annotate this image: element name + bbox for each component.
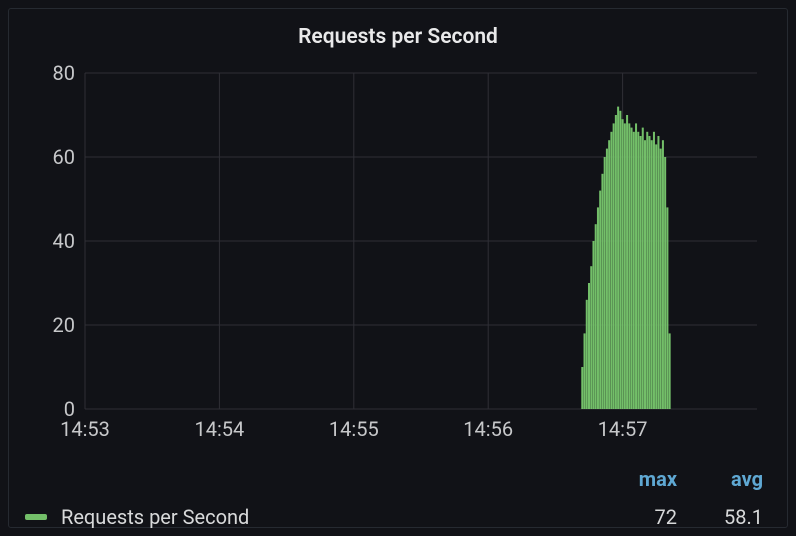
legend-series-max: 72 <box>623 505 677 529</box>
bar <box>666 207 668 409</box>
bar <box>669 333 671 409</box>
bar <box>637 132 639 409</box>
bar <box>617 107 619 409</box>
bar <box>626 115 628 409</box>
bar <box>584 333 586 409</box>
legend-series-avg: 58.1 <box>709 505 763 529</box>
x-tick-label: 14:53 <box>60 417 110 441</box>
x-tick-label: 14:55 <box>329 417 379 441</box>
bar <box>592 241 594 409</box>
bar <box>590 266 592 409</box>
bar <box>662 140 664 409</box>
y-tick-label: 40 <box>53 229 75 253</box>
bar <box>595 224 597 409</box>
legend-header: max avg <box>25 467 771 491</box>
chart-plot-area: 0 20 40 60 80 14:53 14:54 14:55 14:56 14:57 <box>25 55 771 449</box>
bar <box>655 144 657 409</box>
chart-panel[interactable]: Requests per Second 0 20 40 60 80 14:53 14:54… <box>8 8 788 528</box>
legend-col-max[interactable]: max <box>623 467 677 491</box>
bar <box>635 123 637 409</box>
bar <box>599 191 601 409</box>
bar <box>653 132 655 409</box>
legend-series-label: Requests per Second <box>61 505 591 529</box>
bar <box>581 367 583 409</box>
bar <box>646 132 648 409</box>
bar <box>613 123 615 409</box>
bar <box>648 136 650 409</box>
bar <box>588 283 590 409</box>
y-tick-label: 20 <box>53 313 75 337</box>
bar <box>608 140 610 409</box>
bar <box>601 174 603 409</box>
y-tick-label: 60 <box>53 145 75 169</box>
y-tick-label: 0 <box>64 397 75 419</box>
bar <box>657 136 659 409</box>
bar <box>586 300 588 409</box>
y-tick-label: 80 <box>53 61 75 85</box>
bar <box>642 128 644 409</box>
bar <box>660 149 662 409</box>
legend-row[interactable]: Requests per Second 72 58.1 <box>25 505 771 529</box>
legend-swatch-icon <box>25 514 47 520</box>
bar <box>644 140 646 409</box>
chart-svg: 0 20 40 60 80 <box>25 55 771 419</box>
x-tick-label: 14:54 <box>194 417 244 441</box>
bar <box>604 157 606 409</box>
bar <box>615 115 617 409</box>
bar <box>633 132 635 409</box>
bar <box>610 132 612 409</box>
bar <box>622 119 624 409</box>
legend-col-avg[interactable]: avg <box>709 467 763 491</box>
bar <box>597 207 599 409</box>
bar <box>619 111 621 409</box>
x-tick-label: 14:56 <box>463 417 513 441</box>
bar <box>640 136 642 409</box>
bar <box>651 140 653 409</box>
bar <box>624 123 626 409</box>
chart-title: Requests per Second <box>25 9 771 55</box>
bar <box>606 149 608 409</box>
bar <box>628 123 630 409</box>
bar <box>664 157 666 409</box>
x-tick-label: 14:57 <box>598 417 648 441</box>
bar <box>631 128 633 409</box>
